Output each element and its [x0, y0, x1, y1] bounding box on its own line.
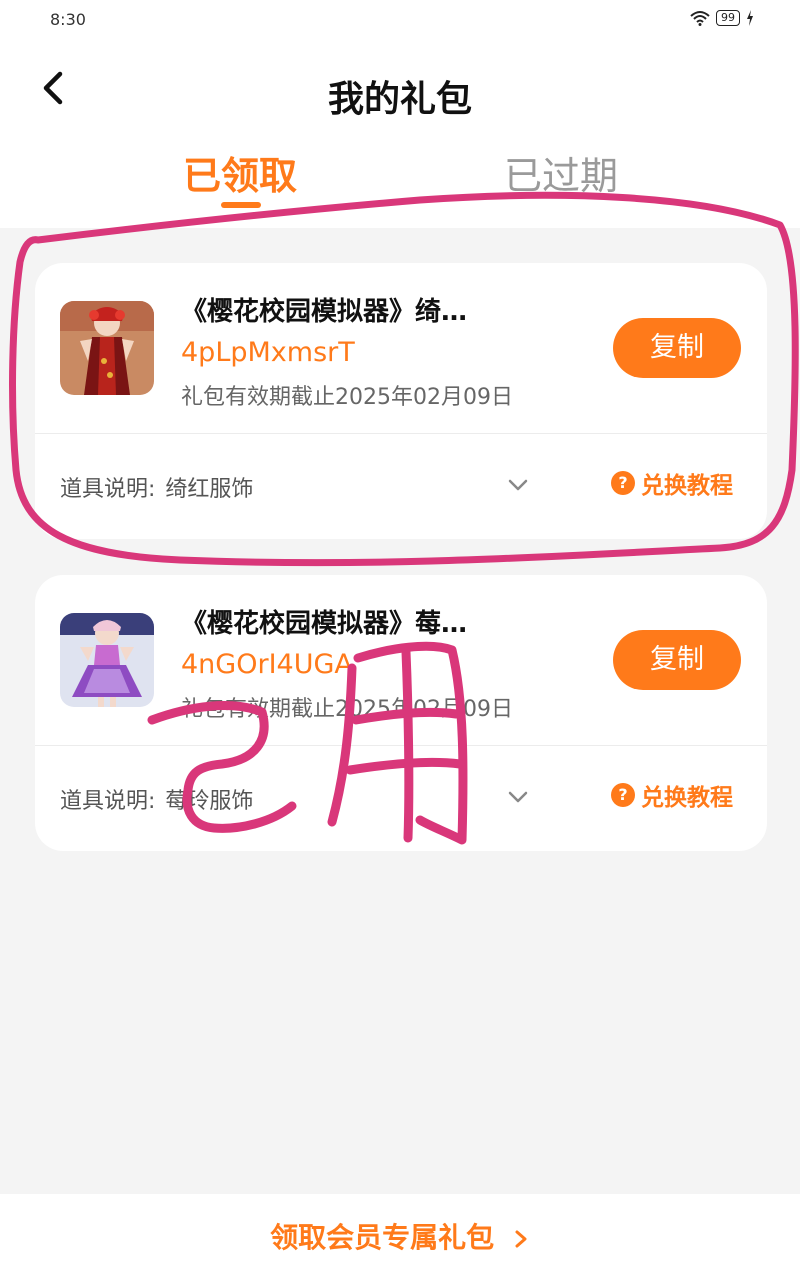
game-thumbnail	[60, 613, 154, 707]
bottom-bar: 领取会员专属礼包	[0, 1194, 800, 1280]
item-description: 道具说明: 绮红服饰	[60, 471, 253, 503]
gift-card: 《樱花校园模拟器》莓… 4nGOrI4UGA 礼包有效期截止2025年02月09…	[35, 575, 767, 851]
help-icon: ?	[611, 783, 635, 807]
desc-value: 莓玲服饰	[165, 789, 254, 814]
status-time: 8:30	[50, 10, 86, 29]
chevron-down-icon[interactable]	[507, 475, 529, 495]
redeem-tutorial-link[interactable]: ? 兑换教程	[611, 778, 733, 812]
status-icons: 99	[690, 10, 754, 26]
tutorial-label: 兑换教程	[641, 785, 733, 811]
gift-code: 4pLpMxmsrT	[181, 337, 355, 368]
desc-value: 绮红服饰	[165, 477, 254, 502]
gift-expire-date: 礼包有效期截止2025年02月09日	[181, 697, 513, 722]
desc-label: 道具说明:	[60, 477, 156, 502]
chevron-down-icon[interactable]	[507, 787, 529, 807]
game-thumbnail	[60, 301, 154, 395]
gift-name: 《樱花校园模拟器》绮…	[181, 297, 468, 327]
tab-expired[interactable]: 已过期	[504, 145, 618, 200]
gift-expire-date: 礼包有效期截止2025年02月09日	[181, 385, 513, 410]
tab-claimed[interactable]: 已领取	[183, 145, 297, 200]
top-header: 8:30 99 我的礼包 已领取 已过期	[0, 0, 800, 228]
vip-gift-link[interactable]: 领取会员专属礼包	[0, 1216, 800, 1256]
page-title: 我的礼包	[327, 79, 472, 120]
wifi-icon	[690, 11, 710, 26]
gift-card: 《樱花校园模拟器》绮… 4pLpMxmsrT 礼包有效期截止2025年02月09…	[35, 263, 767, 539]
copy-button[interactable]: 复制	[613, 630, 741, 690]
gift-name: 《樱花校园模拟器》莓…	[181, 609, 468, 639]
help-icon: ?	[611, 471, 635, 495]
tab-indicator	[221, 202, 261, 208]
item-description: 道具说明: 莓玲服饰	[60, 783, 253, 815]
redeem-tutorial-link[interactable]: ? 兑换教程	[611, 466, 733, 500]
copy-button[interactable]: 复制	[613, 318, 741, 378]
divider	[35, 433, 767, 434]
gift-code: 4nGOrI4UGA	[181, 649, 353, 680]
desc-label: 道具说明:	[60, 789, 156, 814]
charging-icon	[747, 10, 753, 26]
battery-icon: 99	[716, 10, 740, 26]
chevron-right-icon	[515, 1230, 527, 1248]
vip-link-label: 领取会员专属礼包	[270, 1221, 495, 1254]
divider	[35, 745, 767, 746]
tutorial-label: 兑换教程	[641, 473, 733, 499]
